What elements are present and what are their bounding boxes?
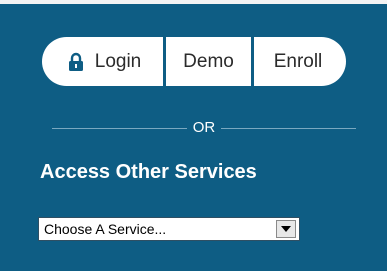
auth-button-group: Login Demo Enroll: [42, 37, 346, 86]
other-services-heading: Access Other Services: [40, 161, 257, 183]
service-select[interactable]: Choose A Service...: [38, 217, 300, 241]
divider-line-left: [52, 127, 187, 129]
or-divider: OR: [52, 119, 356, 137]
login-label: Login: [94, 50, 142, 72]
chevron-down-icon[interactable]: [276, 220, 296, 238]
or-label: OR: [192, 119, 216, 136]
lock-icon: [68, 52, 84, 72]
login-button[interactable]: Login: [42, 37, 163, 86]
enroll-label: Enroll: [273, 50, 323, 72]
demo-button[interactable]: Demo: [166, 37, 251, 86]
demo-label: Demo: [183, 50, 234, 72]
divider-line-right: [221, 127, 356, 129]
enroll-button[interactable]: Enroll: [254, 37, 346, 86]
service-select-value: Choose A Service...: [44, 221, 167, 237]
